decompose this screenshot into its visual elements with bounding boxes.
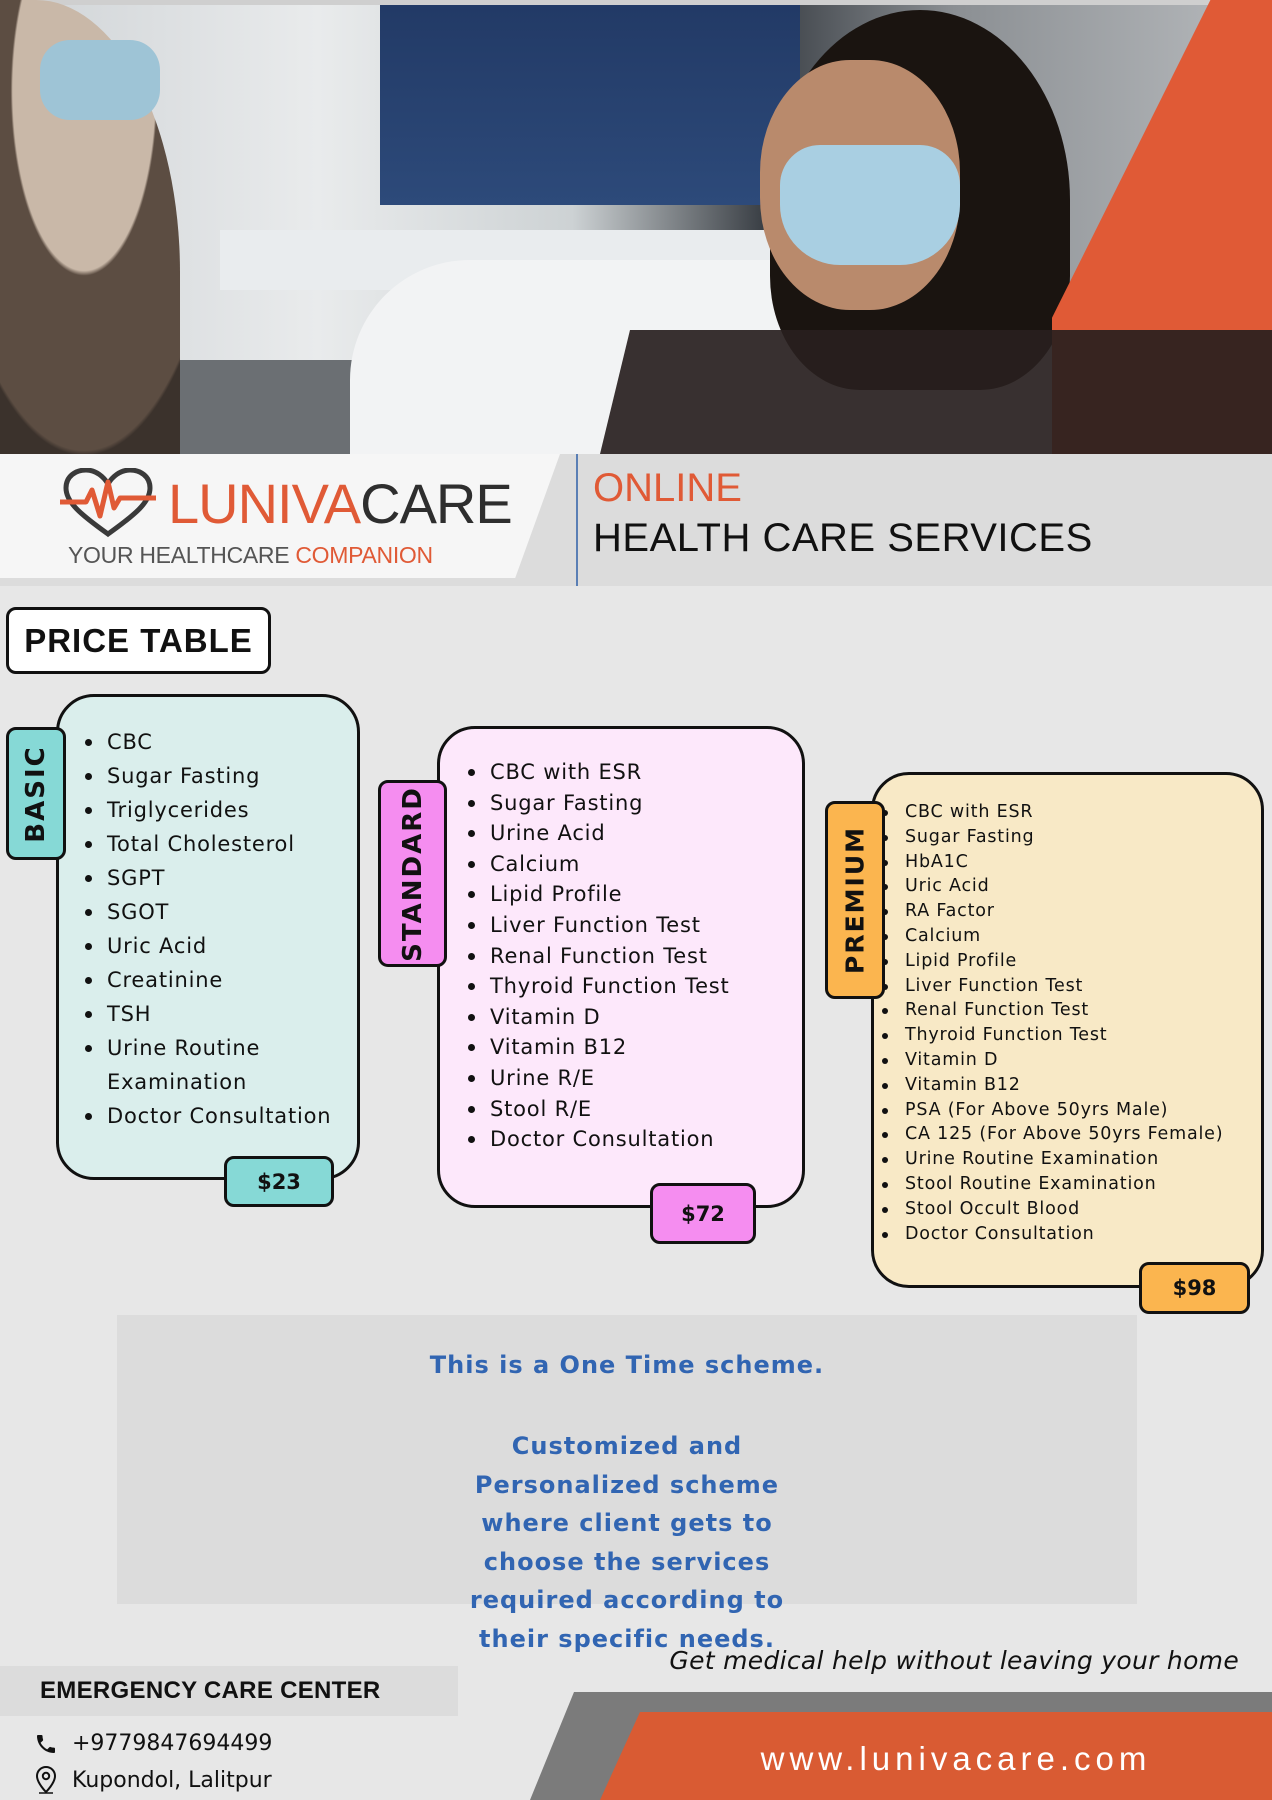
- list-item: Sugar Fasting: [75, 759, 331, 793]
- list-item: Liver Function Test: [458, 910, 730, 941]
- list-item: Calcium: [458, 849, 730, 880]
- list-item: Doctor Consultation: [458, 1124, 730, 1155]
- contact-address: Kupondol, Lalitpur: [34, 1765, 272, 1795]
- plan-tag-basic: BASIC: [6, 727, 66, 860]
- list-item: CA 125 (For Above 50yrs Female): [872, 1122, 1223, 1147]
- list-item: Vitamin D: [458, 1002, 730, 1033]
- list-item: Renal Function Test: [872, 998, 1223, 1023]
- list-item: Sugar Fasting: [458, 788, 730, 819]
- list-item: Urine Routine Examination: [872, 1147, 1223, 1172]
- phone-icon: [37, 1734, 55, 1753]
- list-item: Calcium: [872, 924, 1223, 949]
- list-item: Urine R/E: [458, 1063, 730, 1094]
- list-item: Vitamin B12: [458, 1032, 730, 1063]
- list-item: Vitamin D: [872, 1048, 1223, 1073]
- list-item: PSA (For Above 50yrs Male): [872, 1098, 1223, 1123]
- plan-items-standard: CBC with ESR Sugar Fasting Urine Acid Ca…: [458, 757, 730, 1155]
- note-line-customized: Customized and Personalized scheme where…: [469, 1432, 785, 1653]
- list-item: Total Cholesterol: [75, 827, 331, 861]
- list-item: Liver Function Test: [872, 974, 1223, 999]
- logo-tagline: YOUR HEALTHCARE COMPANION: [68, 542, 433, 568]
- list-item: Lipid Profile: [872, 949, 1223, 974]
- plan-card-basic: CBC Sugar Fasting Triglycerides Total Ch…: [56, 694, 360, 1180]
- plan-items-premium: CBC with ESR Sugar Fasting HbA1C Uric Ac…: [872, 800, 1223, 1246]
- website-link[interactable]: www.lunivacare.com: [640, 1740, 1272, 1778]
- headline-online: ONLINE: [593, 466, 742, 510]
- list-item: Stool R/E: [458, 1094, 730, 1125]
- plan-tag-standard: STANDARD: [378, 780, 447, 967]
- list-item: Lipid Profile: [458, 879, 730, 910]
- list-item: CBC with ESR: [872, 800, 1223, 825]
- list-item: Vitamin B12: [872, 1073, 1223, 1098]
- list-item: SGPT: [75, 861, 331, 895]
- plan-price-standard: $72: [650, 1183, 756, 1244]
- list-item: SGOT: [75, 895, 331, 929]
- list-item: CBC with ESR: [458, 757, 730, 788]
- address-text: Kupondol, Lalitpur: [72, 1767, 272, 1793]
- list-item: Renal Function Test: [458, 941, 730, 972]
- plan-card-standard: CBC with ESR Sugar Fasting Urine Acid Ca…: [437, 726, 805, 1208]
- plan-items-basic: CBC Sugar Fasting Triglycerides Total Ch…: [75, 725, 331, 1133]
- scheme-note: This is a One Time scheme. Customized an…: [117, 1315, 1137, 1653]
- plan-price-basic: $23: [224, 1156, 334, 1207]
- list-item: Thyroid Function Test: [872, 1023, 1223, 1048]
- list-item: Doctor Consultation: [872, 1222, 1223, 1247]
- list-item: TSH: [75, 997, 331, 1031]
- list-item: Doctor Consultation: [75, 1099, 331, 1133]
- note-line-one-time: This is a One Time scheme.: [429, 1351, 825, 1379]
- list-item: Creatinine: [75, 963, 331, 997]
- list-item: Uric Acid: [75, 929, 331, 963]
- plan-tag-premium: PREMIUM: [825, 801, 885, 999]
- price-table-title: PRICE TABLE: [6, 607, 271, 674]
- list-item: Sugar Fasting: [872, 825, 1223, 850]
- list-item: Uric Acid: [872, 874, 1223, 899]
- list-item: RA Factor: [872, 899, 1223, 924]
- emergency-center-title: EMERGENCY CARE CENTER: [40, 1677, 381, 1704]
- headline-services: HEALTH CARE SERVICES: [593, 516, 1093, 560]
- footer-slogan: Get medical help without leaving your ho…: [669, 1646, 1239, 1675]
- hero-photo: [0, 0, 1272, 454]
- list-item: Urine Acid: [458, 818, 730, 849]
- list-item: Thyroid Function Test: [458, 971, 730, 1002]
- plan-card-premium: CBC with ESR Sugar Fasting HbA1C Uric Ac…: [871, 772, 1264, 1288]
- list-item: Triglycerides: [75, 793, 331, 827]
- phone-number: +9779847694499: [72, 1731, 273, 1756]
- list-item: HbA1C: [872, 850, 1223, 875]
- list-item: Stool Occult Blood: [872, 1197, 1223, 1222]
- contact-phone[interactable]: +9779847694499: [34, 1731, 272, 1756]
- brand-bar: LUNIVACARE YOUR HEALTHCARE COMPANION ONL…: [0, 454, 1272, 586]
- heart-pulse-icon: [60, 468, 156, 538]
- plan-price-premium: $98: [1139, 1262, 1250, 1314]
- emergency-center-bar: EMERGENCY CARE CENTER: [0, 1666, 458, 1716]
- location-pin-icon: [35, 1765, 57, 1794]
- list-item: CBC: [75, 725, 331, 759]
- logo-wordmark: LUNIVACARE: [168, 472, 513, 535]
- list-item: Stool Routine Examination: [872, 1172, 1223, 1197]
- list-item: Urine Routine Examination: [75, 1031, 315, 1099]
